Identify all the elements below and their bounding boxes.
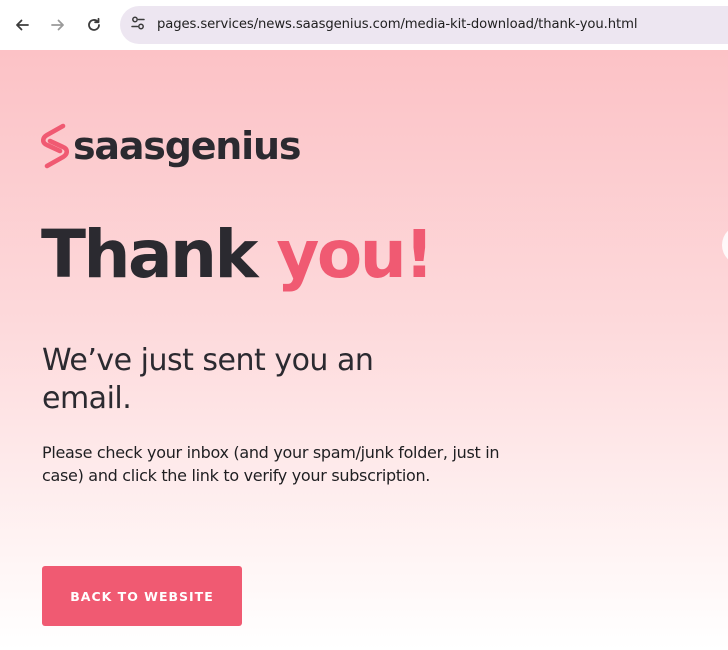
subheading: We’ve just sent you an email.: [42, 343, 374, 416]
headline-dark: Thank: [41, 216, 277, 293]
url-text[interactable]: pages.services/news.saasgenius.com/media…: [157, 17, 637, 32]
address-bar[interactable]: pages.services/news.saasgenius.com/media…: [120, 6, 728, 44]
reload-icon: [86, 17, 102, 33]
arrow-left-icon: [14, 17, 30, 33]
browser-toolbar: pages.services/news.saasgenius.com/media…: [0, 0, 728, 50]
reload-button[interactable]: [80, 11, 108, 39]
edge-decoration: [722, 225, 728, 265]
logo[interactable]: saasgenius: [41, 123, 301, 169]
forward-button[interactable]: [44, 11, 72, 39]
back-button[interactable]: [8, 11, 36, 39]
tune-icon: [130, 15, 146, 36]
logo-text: saasgenius: [73, 124, 301, 168]
page-title: Thank you!: [41, 222, 434, 288]
headline-accent: you!: [276, 216, 434, 293]
back-to-website-button[interactable]: BACK TO WEBSITE: [42, 566, 242, 626]
page-content: saasgenius Thank you! We’ve just sent yo…: [0, 50, 728, 650]
body-text: Please check your inbox (and your spam/j…: [42, 443, 500, 485]
saasgenius-logo-icon: [41, 123, 69, 169]
site-info-button[interactable]: [128, 15, 148, 35]
arrow-right-icon: [50, 17, 66, 33]
